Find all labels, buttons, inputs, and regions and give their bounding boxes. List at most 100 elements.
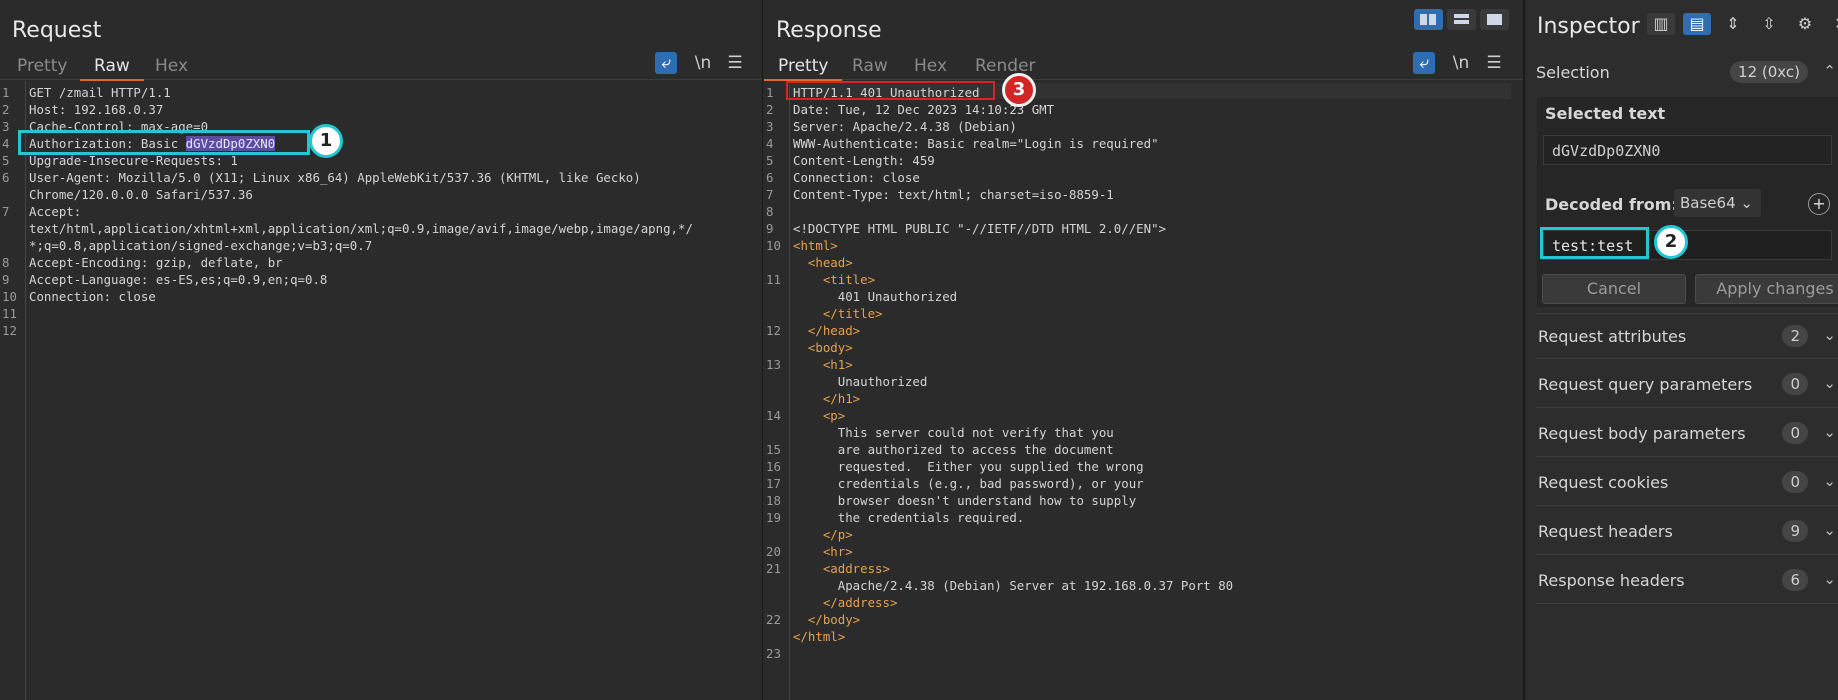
cancel-button[interactable]: Cancel [1542,274,1686,304]
line-number: 9 [2,272,10,287]
layout-side-by-side-button[interactable] [1414,9,1443,30]
section-label: Request headers [1538,522,1673,541]
code-line: GET /zmail HTTP/1.1 [29,85,171,100]
line-number: 20 [766,544,781,559]
request-editor[interactable]: 1 GET /zmail HTTP/1.1 2 Host: 192.168.0.37 3… [0,81,762,700]
tab-render[interactable]: Render [975,56,1036,76]
section-count-badge: 0 [1782,471,1808,493]
section-label: Request attributes [1538,327,1687,346]
line-number: 8 [2,255,10,270]
html-tag: <title> [822,272,876,287]
inspector-section-request-body-parameters[interactable]: Request body parameters 0 ⌄ [1536,411,1838,457]
section-count-badge: 0 [1782,373,1808,395]
code-line: <hr> [793,544,853,559]
code-line: Accept: [29,204,82,219]
inspector-layout-left-icon[interactable]: ▥ [1647,13,1675,35]
code-line: Server: Apache/2.4.38 (Debian) [793,119,1017,134]
line-number: 12 [2,323,17,338]
layout-tabs-button[interactable] [1480,9,1509,30]
html-tag: </html> [793,629,846,644]
section-label: Request cookies [1538,473,1669,492]
html-tag: <body> [807,340,853,355]
line-number: 2 [766,102,774,117]
chevron-down-icon: ⌄ [1740,194,1753,212]
selected-text-field[interactable]: dGVzdDp0ZXN0 [1543,135,1832,165]
request-tabs: Pretty Raw Hex [0,52,762,81]
inspector-layout-right-icon[interactable]: ▤ [1683,13,1711,35]
section-label: Request query parameters [1538,375,1753,394]
line-number: 12 [766,323,781,338]
line-number: 1 [2,85,10,100]
chevron-down-icon: ⌄ [1823,326,1836,344]
apply-changes-button[interactable]: Apply changes [1695,274,1838,304]
code-line: User-Agent: Mozilla/5.0 (X11; Linux x86_… [29,170,641,185]
menu-icon[interactable]: ☰ [1483,52,1505,74]
code-line: <p> [793,408,845,423]
annotation-box-authorization [18,130,310,155]
inspector-section-request-attributes[interactable]: Request attributes 2 ⌄ [1536,313,1838,359]
code-line: Host: 192.168.0.37 [29,102,164,117]
inspector-panel: Inspector ▥ ▤ ⇕ ⇳ ⚙ ✕ Selection 12 (0xc)… [1527,0,1838,700]
code-line: the credentials required. [793,510,1025,525]
inspector-section-response-headers[interactable]: Response headers 6 ⌄ [1536,558,1838,604]
tab-pretty[interactable]: Pretty [763,56,843,81]
line-number: 17 [766,476,781,491]
inspector-section-request-cookies[interactable]: Request cookies 0 ⌄ [1536,460,1838,506]
decoded-from-label: Decoded from: [1545,195,1678,214]
selection-section-header[interactable]: Selection 12 (0xc) ⌃ [1536,50,1838,96]
newline-toggle-button[interactable]: \n [690,52,716,74]
line-number: 3 [766,119,774,134]
html-tag: <address> [822,561,890,576]
selection-label: Selection [1536,63,1610,82]
line-number: 22 [766,612,781,627]
line-number: 10 [766,238,781,253]
line-number: 6 [2,170,10,185]
html-tag: <hr> [822,544,853,559]
layout-toggle-group [1414,9,1509,30]
line-number: 4 [766,136,774,151]
tab-raw[interactable]: Raw [852,56,888,76]
html-tag: <p> [822,408,846,423]
close-icon[interactable]: ✕ [1827,13,1838,35]
add-decoding-icon[interactable]: + [1808,193,1830,215]
wrap-lines-icon[interactable]: ⤶ [1413,52,1435,74]
code-line: Upgrade-Insecure-Requests: 1 [29,153,238,168]
selected-text-label: Selected text [1545,104,1666,123]
newline-toggle-button[interactable]: \n [1448,52,1474,74]
code-line: *;q=0.8,application/signed-exchange;v=b3… [29,238,373,253]
code-line: <html> [793,238,838,253]
html-tag: <h1> [822,357,853,372]
annotation-box-status-line [786,81,995,100]
html-tag: </address> [822,595,898,610]
html-tag: <html> [793,238,838,253]
request-title: Request [12,18,102,43]
decoded-from-select[interactable]: Base64 ⌄ [1674,189,1761,217]
code-line: Connection: close [793,170,920,185]
tab-hex[interactable]: Hex [914,56,947,76]
line-number: 1 [766,85,774,100]
response-editor[interactable]: 1 HTTP/1.1 401 Unauthorized 2 Date: Tue, 12… [764,81,1523,700]
request-pane: Request Pretty Raw Hex ⤶ \n ☰ 1 GET /zmai… [0,0,763,700]
line-number: 11 [766,272,781,287]
code-line: <head> [793,255,853,270]
inspector-section-request-query-parameters[interactable]: Request query parameters 0 ⌄ [1536,362,1838,408]
line-number: 8 [766,204,774,219]
tab-hex[interactable]: Hex [155,56,188,76]
section-count-badge: 6 [1782,569,1808,591]
menu-icon[interactable]: ☰ [724,52,746,74]
inspector-section-request-headers[interactable]: Request headers 9 ⌄ [1536,509,1838,555]
code-line: 401 Unauthorized [793,289,958,304]
code-line: Content-Length: 459 [793,153,935,168]
line-number: 6 [766,170,774,185]
collapse-all-icon[interactable]: ⇳ [1755,13,1783,35]
code-line: credentials (e.g., bad password), or you… [793,476,1144,491]
settings-gear-icon[interactable]: ⚙ [1791,13,1819,35]
layout-stacked-button[interactable] [1447,9,1476,30]
expand-all-icon[interactable]: ⇕ [1719,13,1747,35]
tab-pretty[interactable]: Pretty [17,56,67,76]
line-number: 10 [2,289,17,304]
annotation-badge-2: 2 [1654,225,1688,259]
code-line: text/html,application/xhtml+xml,applicat… [29,221,693,236]
wrap-lines-icon[interactable]: ⤶ [655,52,677,74]
tab-raw[interactable]: Raw [80,56,144,81]
